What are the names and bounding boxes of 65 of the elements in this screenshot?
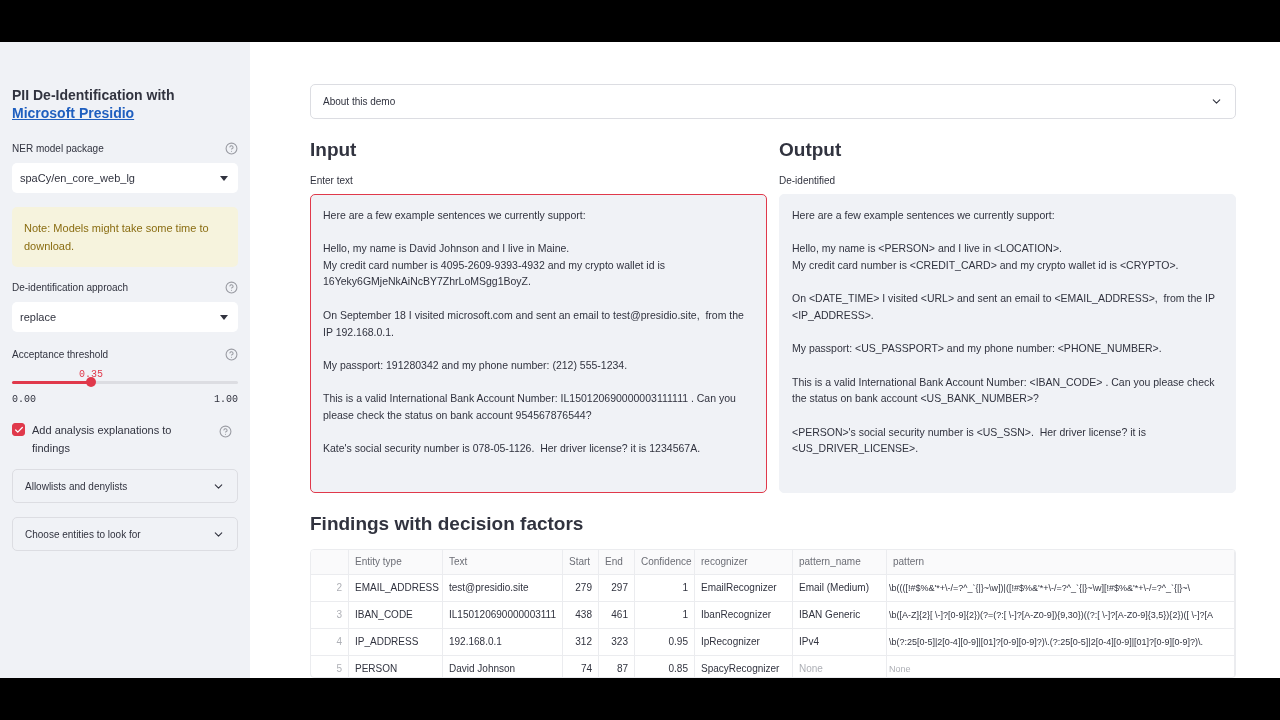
table-cell: test@presidio.site [443, 574, 563, 602]
table-cell: \b([A-Z]{2}[ \-]?[0-9]{2})(?=(?:[ \-]?[A-Z0-9]){9,30})((?:[ \-]?[A-Z0-9]{3,5}){2})([ \-]?[A [887, 601, 1235, 629]
table-cell: EmailRecognizer [695, 574, 793, 602]
table-cell: 192.168.0.1 [443, 628, 563, 656]
help-icon[interactable] [219, 425, 232, 438]
presidio-link[interactable]: Microsoft Presidio [12, 105, 135, 121]
table-cell: EMAIL_ADDRESS [349, 574, 443, 602]
table-cell: 1 [635, 574, 695, 602]
table-cell: 297 [599, 574, 635, 602]
field-label: Enter text [310, 174, 354, 186]
row-index: 2 [311, 574, 349, 602]
column-header[interactable]: Start [563, 549, 599, 575]
app-title: PII De-Identification with Microsoft Presidio [12, 86, 176, 122]
expander[interactable]: Allowlists and denylists [12, 469, 238, 503]
table-cell: 312 [563, 628, 599, 656]
field-label: De-identified [779, 174, 837, 186]
checkbox[interactable] [12, 423, 25, 436]
row-index: 4 [311, 628, 349, 656]
table-cell: IpRecognizer [695, 628, 793, 656]
column-header[interactable]: Confidence [635, 549, 695, 575]
section-heading: Input [310, 138, 358, 161]
caret-icon [220, 175, 228, 181]
table-cell: 461 [599, 601, 635, 629]
field-label: Acceptance threshold [12, 349, 109, 360]
section-heading: Findings with decision factors [310, 512, 585, 535]
table-cell: 1 [635, 601, 695, 629]
field-label: NER model package [12, 143, 104, 154]
table-cell: 279 [563, 574, 599, 602]
table-cell: 0.95 [635, 628, 695, 656]
table-cell: IbanRecognizer [695, 601, 793, 629]
column-header[interactable]: Entity type [349, 549, 443, 575]
about-expander[interactable]: About this demo [310, 84, 1236, 119]
column-header[interactable]: Text [443, 549, 563, 575]
table-cell: 438 [563, 601, 599, 629]
row-index: 3 [311, 601, 349, 629]
text-area[interactable]: Here are a few example sentences we currently support: Hello, my name is <PERSON> and I live in <LOCATION>. My credit card number is <CREDIT_CARD> and my crypto wallet id is <CRYPTO>. On <DATE_TIME> I visited <URL> and sent an email to <EMAIL_ADDRESS>, from the IP <IP_ADDRESS>. My passport: <US_PASSPORT> and my phone number: <PHONE_NUMBER>. This is a valid International Bank Account Number: <IBAN_CODE> . Can you please check the status on bank account <US_BANK_NUMBER>? <PERSON>'s social security number is <US_SSN>. Her driver license? it is <US_DRIVER_LICENSE>. [779, 193, 1236, 493]
slider-thumb[interactable] [86, 377, 97, 387]
column-header[interactable]: End [599, 549, 635, 575]
table-cell: Email (Medium) [793, 574, 887, 602]
text-area[interactable]: Here are a few example sentences we currently support: Hello, my name is David Johnson and I live in Maine. My credit card number is 4095-2609-9393-4932 and my crypto wallet id is 16Yeky6GMjeNkAiNcBY7ZhrLoMSgg1BoyZ. On September 18 I visited microsoft.com and sent an email to test@presidio.site, from the IP 192.168.0.1. My passport: 191280342 and my phone number: (212) 555-1234. This is a valid International Bank Account Number: IL150120690000003111111 . Can you please check the status on bank account 954567876544? Kate's social security number is 078-05-1126. Her driver license? it is 1234567A. [310, 193, 767, 493]
slider-value: 0.35 [79, 369, 104, 380]
field-label: De-identification approach [12, 282, 129, 293]
approach-select[interactable]: replace [12, 302, 238, 332]
slider-min: 0.00 [12, 394, 36, 405]
table-cell: \b(?:25[0-5]|2[0-4][0-9]|[01]?[0-9][0-9]?)\.(?:25[0-5]|2[0-4][0-9]|[01]?[0-9][0-9]?)\. [887, 628, 1235, 656]
caret-icon [220, 314, 228, 320]
note-message: Note: Models might take some time to download. [12, 207, 238, 267]
model-select[interactable]: spaCy/en_core_web_lg [12, 163, 238, 193]
table-cell: IBAN Generic [793, 601, 887, 629]
table-cell: IP_ADDRESS [349, 628, 443, 656]
table-cell: \b((([!#$%&'*+\-/=?^_`{|}~\w])|([!#$%&'*+\-/=?^_`{|}~\w][!#$%&'*+\-/=?^_`{|}~\ [887, 574, 1235, 602]
checkbox-label: Add analysis explanations to findings [32, 423, 173, 456]
help-icon[interactable] [225, 281, 238, 294]
help-icon[interactable] [225, 348, 238, 361]
column-header[interactable]: pattern_name [793, 549, 887, 575]
column-header[interactable]: recognizer [695, 549, 793, 575]
table-cell: 323 [599, 628, 635, 656]
help-icon[interactable] [225, 142, 238, 155]
expander[interactable]: Choose entities to look for [12, 517, 238, 551]
table-cell: IBAN_CODE [349, 601, 443, 629]
table-cell: IPv4 [793, 628, 887, 656]
column-header[interactable]: pattern [887, 549, 1235, 575]
slider-max: 1.00 [214, 394, 238, 405]
section-heading: Output [779, 138, 843, 161]
table-cell: IL150120690000003111 [443, 601, 563, 629]
